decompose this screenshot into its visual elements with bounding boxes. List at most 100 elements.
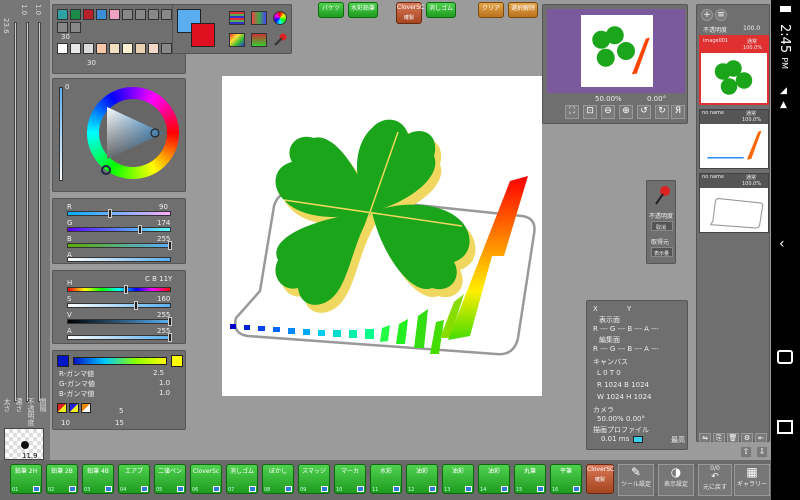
rotate-left-icon[interactable]: ↺ xyxy=(637,105,651,119)
brush-button-13[interactable]: 油彩 13 xyxy=(442,464,474,494)
select-release-button[interactable]: 選択解除 xyxy=(508,2,538,18)
brush-settings-icon[interactable] xyxy=(321,486,328,492)
brush-button-03[interactable]: 鉛筆 4B 03 xyxy=(82,464,114,494)
brush-button-10[interactable]: マーカ 10 xyxy=(334,464,366,494)
palette-swatch-6[interactable] xyxy=(57,43,68,54)
alpha-slider[interactable] xyxy=(67,333,172,342)
brush-settings-icon[interactable] xyxy=(357,486,364,492)
palette-swatch-10[interactable] xyxy=(109,43,120,54)
hue-ring[interactable] xyxy=(87,87,179,179)
brush-button-11[interactable]: 水彩 11 xyxy=(370,464,402,494)
palette-empty-1[interactable] xyxy=(122,9,133,20)
brush-settings-icon[interactable] xyxy=(573,486,580,492)
palette-grid-icon[interactable] xyxy=(251,11,267,25)
home-nav-icon[interactable] xyxy=(777,350,793,364)
a-slider[interactable] xyxy=(67,257,171,262)
cloversc-bottom-button[interactable]: CloverSC 確製 xyxy=(586,464,614,494)
side-cancel-button[interactable]: 取消 xyxy=(651,221,673,231)
b-slider[interactable] xyxy=(67,241,172,250)
palette-empty-6[interactable] xyxy=(70,22,81,33)
hue-ring-knob[interactable] xyxy=(101,165,111,175)
eyedropper-icon[interactable] xyxy=(273,33,287,47)
undo-button[interactable]: 0/0 ↶ 元に戻す xyxy=(698,464,732,496)
brush-settings-icon[interactable] xyxy=(537,486,544,492)
layer-collapse-icon[interactable]: ⇤ xyxy=(755,433,767,443)
gamma-gradient[interactable] xyxy=(73,357,167,365)
eraser-top-button[interactable]: 消しゴム xyxy=(426,2,456,18)
palette-swatch-5[interactable] xyxy=(109,9,120,20)
color-mix-icon[interactable] xyxy=(229,33,245,47)
g-slider[interactable] xyxy=(67,225,171,234)
zoom-in-icon[interactable]: ⊕ xyxy=(619,105,633,119)
brush-button-07[interactable]: 消しゴム 07 xyxy=(226,464,258,494)
palette-swatch-4[interactable] xyxy=(96,9,107,20)
brush-settings-icon[interactable] xyxy=(105,486,112,492)
brush-settings-icon[interactable] xyxy=(429,486,436,492)
brush-button-14[interactable]: 油彩 14 xyxy=(478,464,510,494)
density-slider-track[interactable] xyxy=(26,22,29,402)
palette-swatch-9[interactable] xyxy=(96,43,107,54)
brush-button-09[interactable]: スマッジ 09 xyxy=(298,464,330,494)
actual-size-icon[interactable]: ⊡ xyxy=(583,105,597,119)
gallery-button[interactable]: ▦ ギャラリー xyxy=(734,464,770,496)
layer-item-1[interactable]: image001 通常 100.0% xyxy=(699,35,769,105)
palette-swatch-1[interactable] xyxy=(57,9,68,20)
back-nav-icon[interactable]: ‹ xyxy=(779,236,785,252)
brush-settings-icon[interactable] xyxy=(213,486,220,492)
palette-swatch-8[interactable] xyxy=(83,43,94,54)
brush-settings-icon[interactable] xyxy=(33,486,40,492)
navigator-preview[interactable] xyxy=(547,9,685,93)
watercolor-pencil-button[interactable]: 水彩鉛筆 xyxy=(348,2,378,18)
layer-item-2[interactable]: no name 通常 100.0% xyxy=(699,109,769,169)
layer-copy-icon[interactable]: ⎘ xyxy=(713,433,725,443)
palette-swatch-12[interactable] xyxy=(135,43,146,54)
palette-swatch-2[interactable] xyxy=(70,9,81,20)
gamma-preset-2[interactable] xyxy=(69,403,79,413)
layer-item-3[interactable]: no name 通常 100.0% xyxy=(699,173,769,233)
color-wheel-icon[interactable] xyxy=(273,11,287,25)
brush-button-16[interactable]: 平筆 16 xyxy=(550,464,582,494)
layer-down-icon[interactable]: ⇩ xyxy=(756,446,768,458)
side-eyedropper-icon[interactable] xyxy=(653,185,671,207)
side-display-button[interactable]: 表示量 xyxy=(651,247,673,257)
wheel-brightness-bar[interactable] xyxy=(59,87,63,181)
brush-settings-icon[interactable] xyxy=(69,486,76,492)
tool-settings-button[interactable]: ✎ ツール設定 xyxy=(618,464,654,496)
r-slider[interactable] xyxy=(67,209,171,218)
gamma-preset-1[interactable] xyxy=(57,403,67,413)
layer-add-icon[interactable]: + xyxy=(701,9,713,21)
brush-settings-icon[interactable] xyxy=(465,486,472,492)
brush-button-02[interactable]: 鉛筆 2B 02 xyxy=(46,464,78,494)
brush-settings-icon[interactable] xyxy=(249,486,256,492)
fit-screen-icon[interactable]: ⛶ xyxy=(565,105,579,119)
layer-delete-icon[interactable]: 🗑 xyxy=(727,433,739,443)
size-slider-track[interactable] xyxy=(14,22,17,402)
sub-color-swatch[interactable] xyxy=(191,23,215,47)
palette-empty-5[interactable] xyxy=(57,22,68,33)
brush-button-04[interactable]: エアブ 04 xyxy=(118,464,150,494)
color-history-icon[interactable] xyxy=(251,33,267,47)
gamma-preset-3[interactable] xyxy=(81,403,91,413)
palette-empty-4[interactable] xyxy=(161,9,172,20)
bucket-button[interactable]: バケツ xyxy=(318,2,344,18)
brush-button-05[interactable]: 二値ペン 05 xyxy=(154,464,186,494)
brush-settings-icon[interactable] xyxy=(501,486,508,492)
palette-empty-3[interactable] xyxy=(148,9,159,20)
layer-settings-icon[interactable]: ⚙ xyxy=(741,433,753,443)
opacity-slider-track[interactable] xyxy=(38,22,41,402)
layer-up-icon[interactable]: ⇧ xyxy=(740,446,752,458)
layer-merge-icon[interactable]: ⇋ xyxy=(699,433,711,443)
palette-swatch-11[interactable] xyxy=(122,43,133,54)
brush-settings-icon[interactable] xyxy=(141,486,148,492)
brush-button-01[interactable]: 鉛筆 2H 01 xyxy=(10,464,42,494)
brush-button-15[interactable]: 丸筆 15 xyxy=(514,464,546,494)
layer-menu-icon[interactable]: ≡ xyxy=(715,9,727,21)
saturation-triangle[interactable] xyxy=(99,99,167,167)
brush-settings-icon[interactable] xyxy=(285,486,292,492)
flip-icon[interactable]: Я xyxy=(671,105,685,119)
cloversc-top-button[interactable]: CloverSC 確製 xyxy=(396,2,424,24)
brush-button-06[interactable]: CloverSc 06 xyxy=(190,464,222,494)
recents-nav-icon[interactable] xyxy=(777,420,793,434)
v-slider[interactable] xyxy=(67,317,172,326)
palette-swatch-7[interactable] xyxy=(70,43,81,54)
